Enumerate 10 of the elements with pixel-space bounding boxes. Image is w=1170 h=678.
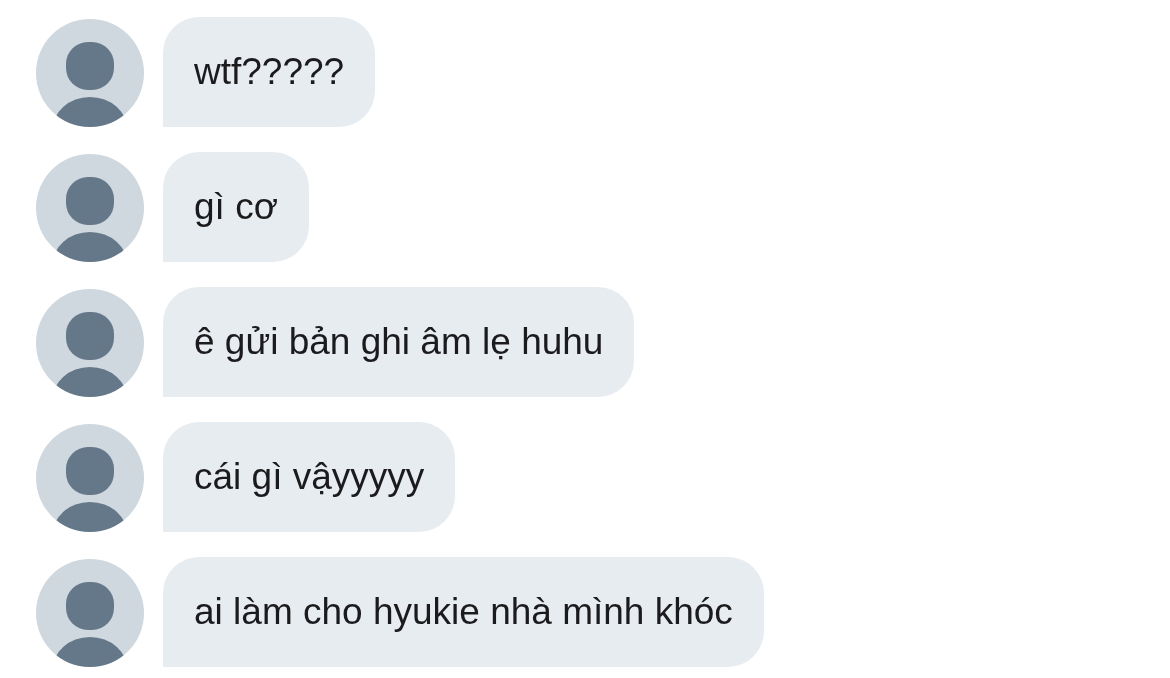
message-bubble: gì cơ xyxy=(163,152,309,262)
message-bubble: ai làm cho hyukie nhà mình khóc xyxy=(163,557,764,667)
avatar-icon xyxy=(36,19,144,127)
message-bubble: ê gửi bản ghi âm lẹ huhu xyxy=(163,287,635,397)
avatar-icon xyxy=(36,154,144,262)
avatar-icon xyxy=(36,289,144,397)
message-bubble: cái gì vậyyyyy xyxy=(163,422,456,532)
avatar-icon xyxy=(36,559,144,667)
message-bubble: wtf????? xyxy=(163,17,376,127)
avatar-icon xyxy=(36,424,144,532)
